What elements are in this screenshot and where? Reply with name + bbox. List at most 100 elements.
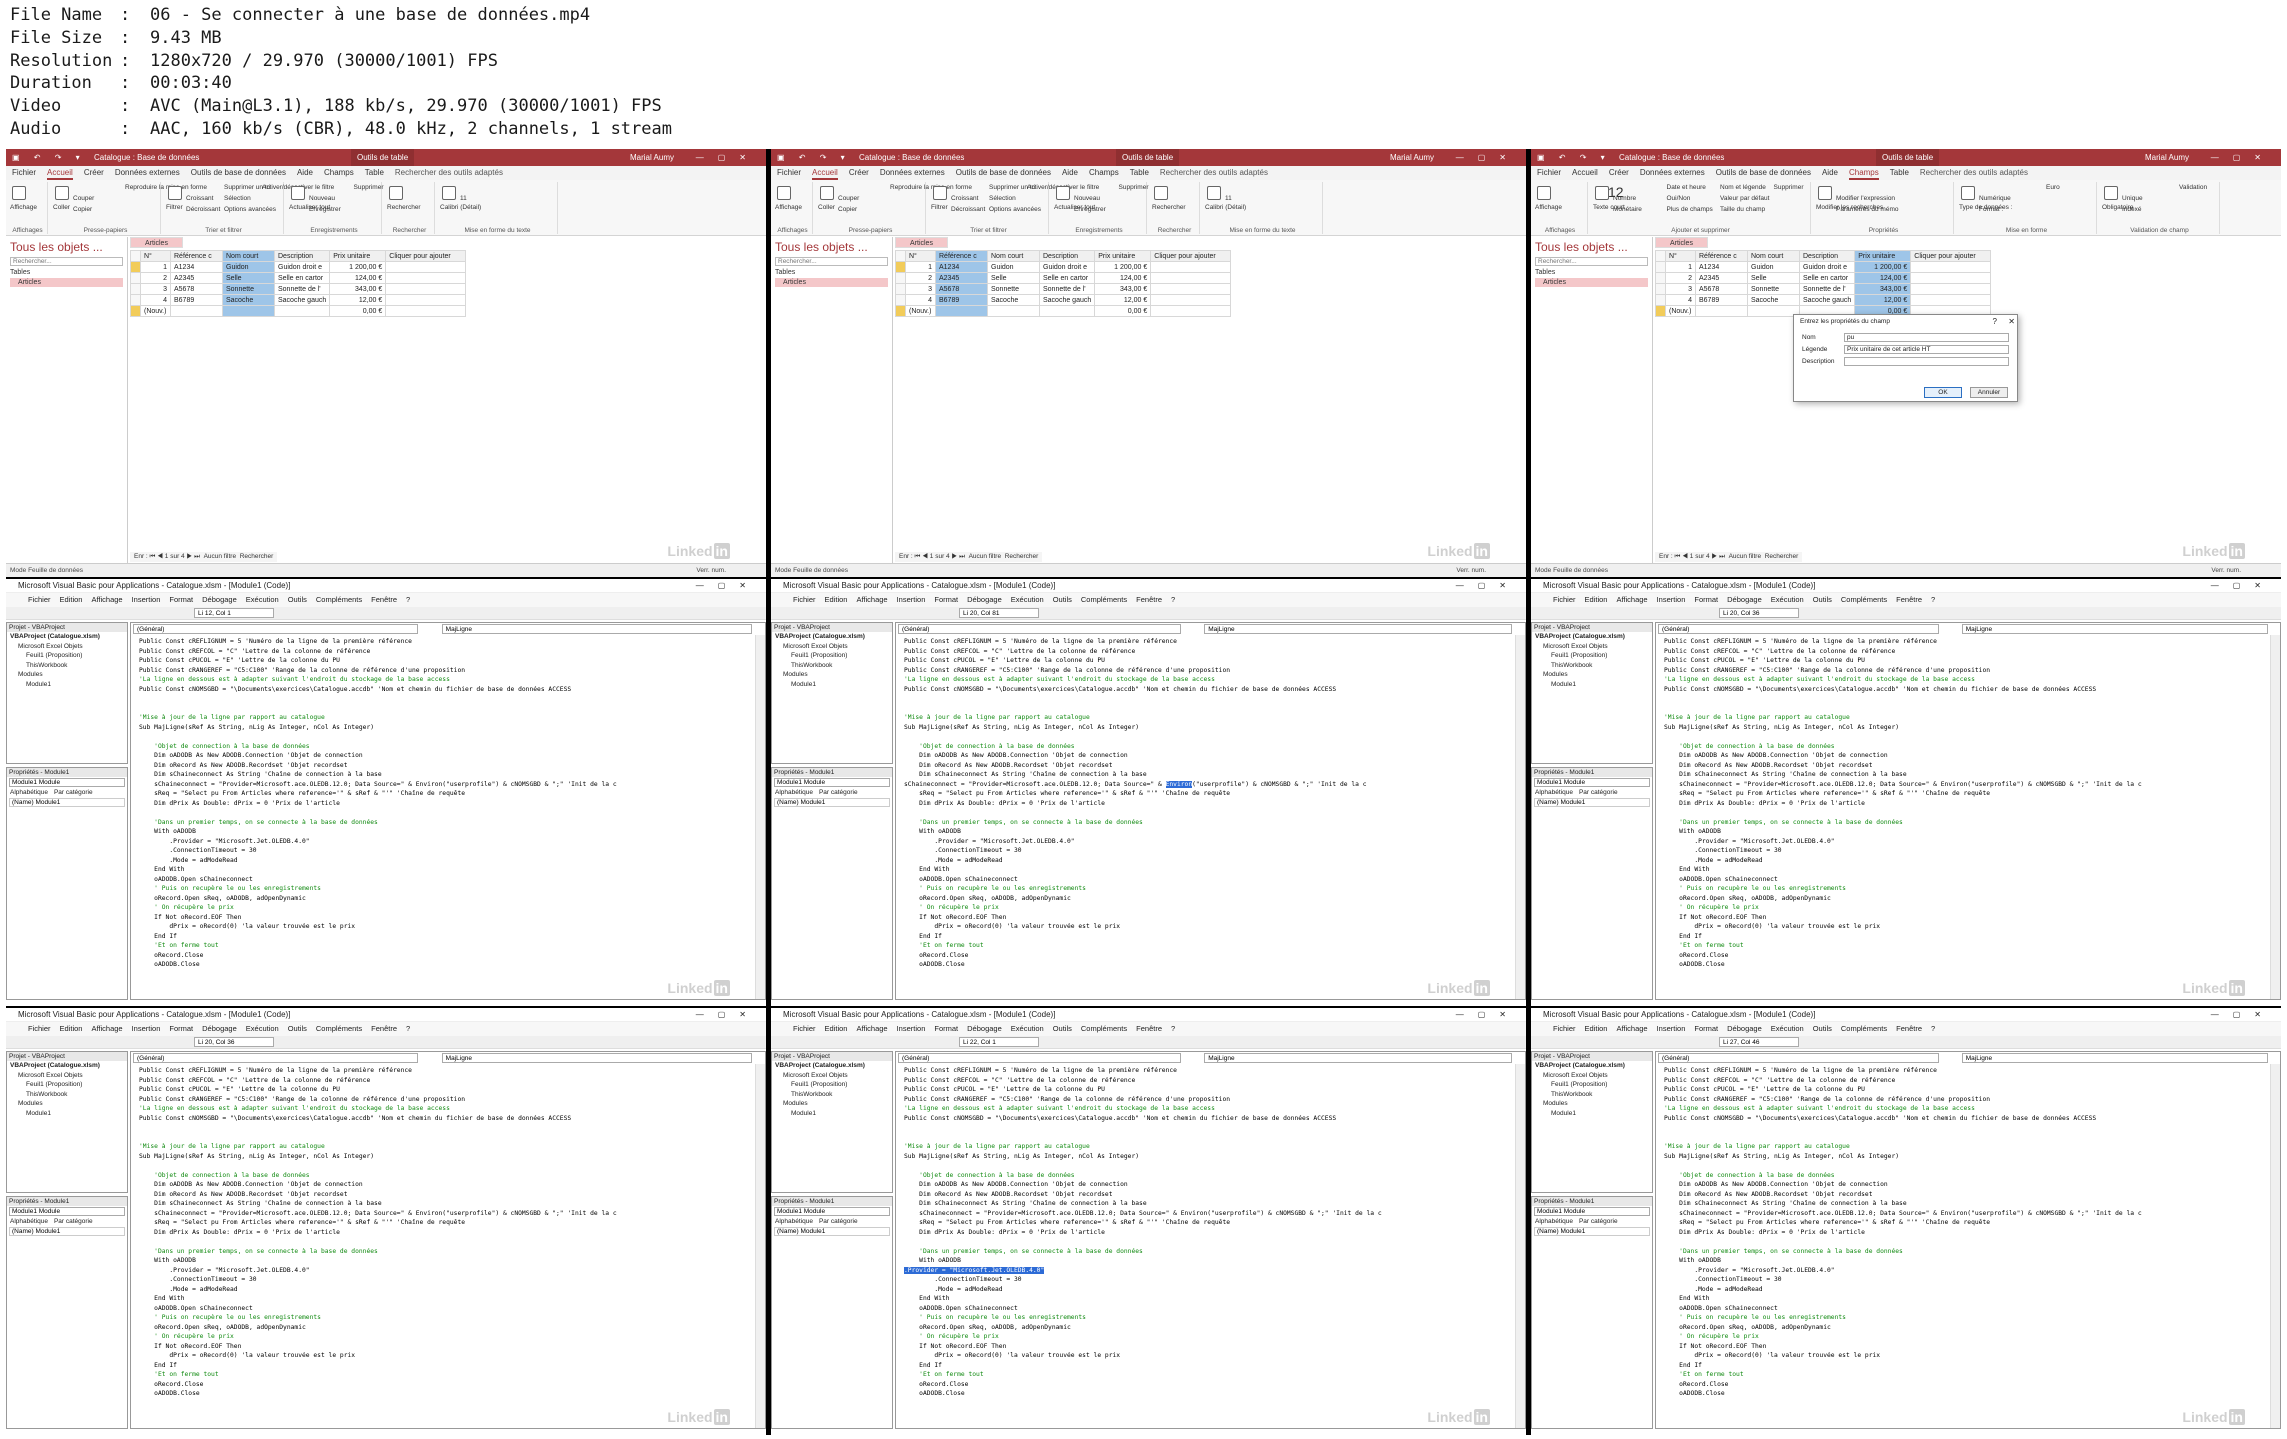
code-line[interactable] (139, 1133, 747, 1143)
window-controls[interactable]: —▢✕ (1456, 149, 1520, 166)
project-tree-node[interactable]: Microsoft Excel Objets (10, 642, 127, 652)
vbe-menu-4[interactable]: Format (169, 593, 193, 607)
vbe-menu-2[interactable]: Affichage (91, 593, 122, 607)
ribbon-tab-4[interactable]: Outils de base de données (956, 166, 1051, 180)
ribbon-item[interactable]: Décroissant (951, 206, 985, 213)
record-nav-text[interactable]: Enr : ⏮ ◀ 1 sur 4 ▶ ⏭ (899, 553, 965, 560)
code-line[interactable]: sReq = "Select pu From Articles where re… (139, 1218, 747, 1228)
window-controls[interactable]: —▢✕ (696, 149, 760, 166)
code-line[interactable]: 'Mise à jour de la ligne par rapport au … (1664, 713, 2262, 723)
code-line[interactable]: Dim oADODB As New ADODB.Connection 'Obje… (1664, 1180, 2262, 1190)
ribbon-tab-4[interactable]: Outils de base de données (191, 166, 286, 180)
ribbon-tab-6[interactable]: Champs (324, 166, 354, 180)
quick-access-icons[interactable]: ▣ ↶ ↷ ▾ (777, 149, 851, 166)
code-line[interactable]: 'Dans un premier temps, on se connecte à… (139, 1247, 747, 1257)
property-name-row[interactable]: (Name) Module1 (1534, 798, 1650, 807)
nav-section-tables[interactable]: Tables (771, 268, 892, 277)
vbe-menu-5[interactable]: Débogage (202, 593, 237, 607)
table-row[interactable]: 4 B6789 Sacoche Sacoche gauch 12,00 € (1655, 294, 1992, 306)
code-line[interactable]: 'Mise à jour de la ligne par rapport au … (139, 1142, 747, 1152)
tab-articles[interactable]: Articles (1655, 237, 1708, 248)
code-line[interactable]: 'Dans un premier temps, on se connecte à… (1664, 1247, 2262, 1257)
project-tree-node[interactable]: ThisWorkbook (1535, 1090, 1652, 1100)
table-row[interactable]: 1 A1234 Guidon Guidon droit e1 200,00 € (130, 261, 467, 273)
ribbon-item[interactable]: Taille du champ (1720, 206, 1765, 213)
vbe-menu-0[interactable]: Fichier (1553, 593, 1576, 607)
column-header[interactable]: Nom court (987, 250, 1040, 262)
vbe-menu-9[interactable]: Fenêtre (1136, 593, 1162, 607)
code-scrollbar[interactable] (755, 1064, 765, 1428)
code-line[interactable]: 'Dans un premier temps, on se connecte à… (904, 1247, 1507, 1257)
code-line[interactable]: If Not oRecord.EOF Then (904, 1342, 1507, 1352)
ribbon-item[interactable]: Supprimer (1774, 184, 1804, 191)
record-search[interactable]: Rechercher (1765, 553, 1799, 560)
code-line[interactable] (1664, 1133, 2262, 1143)
code-line[interactable]: Dim dPrix As Double: dPrix = 0 'Prix de … (904, 799, 1507, 809)
column-header[interactable]: Prix unitaire (1094, 250, 1152, 262)
procedure-combo[interactable]: MajLigne (1204, 624, 1513, 634)
code-editor[interactable]: Public Const cREFLIGNUM = 5 'Numéro de l… (1664, 1066, 2262, 1399)
vbe-menu-3[interactable]: Insertion (897, 1022, 926, 1036)
project-tree-node[interactable]: ThisWorkbook (10, 661, 127, 671)
table-cell[interactable] (273, 305, 331, 317)
code-editor[interactable]: Public Const cREFLIGNUM = 5 'Numéro de l… (139, 637, 747, 970)
empty-cell[interactable] (385, 272, 467, 284)
table-cell[interactable]: 343,00 € (1854, 283, 1912, 295)
vbe-menu-9[interactable]: Fenêtre (1136, 1022, 1162, 1036)
project-tree-node[interactable]: Feuil1 (Proposition) (775, 1080, 892, 1090)
ribbon-tab-5[interactable]: Aide (297, 166, 313, 180)
table-cell[interactable]: Selle (1747, 272, 1800, 284)
ribbon-item[interactable]: Plus de champs (1667, 206, 1713, 213)
code-line[interactable]: oADODB.Open sChaineconnect (904, 1304, 1507, 1314)
table-cell[interactable]: Sacoche (1747, 294, 1800, 306)
vbe-menu-0[interactable]: Fichier (793, 593, 816, 607)
object-combo[interactable]: (Général) (898, 624, 1182, 634)
code-line[interactable]: Dim oRecord As New ADODB.Recordset 'Obje… (904, 1190, 1507, 1200)
code-line[interactable]: End If (1664, 1361, 2262, 1371)
project-tree-node[interactable]: Modules (1535, 1099, 1652, 1109)
vbe-menu-3[interactable]: Insertion (132, 1022, 161, 1036)
vbe-menu-3[interactable]: Insertion (1657, 593, 1686, 607)
ribbon-tab-0[interactable]: Fichier (12, 166, 36, 180)
properties-object-select[interactable]: Module1 Module (774, 778, 890, 787)
code-line[interactable]: If Not oRecord.EOF Then (1664, 913, 2262, 923)
code-line[interactable]: Dim oRecord As New ADODB.Recordset 'Obje… (1664, 1190, 2262, 1200)
code-line[interactable]: sChaineconnect = "Provider=Microsoft.ace… (1664, 780, 2262, 790)
code-scrollbar[interactable] (2270, 635, 2280, 999)
code-line[interactable]: Public Const cRANGEREF = "C5:C100" 'Rang… (139, 1095, 747, 1105)
project-tree-node[interactable]: Module1 (10, 1109, 127, 1119)
code-line[interactable]: 'La ligne en dessous est à adapter suiva… (139, 675, 747, 685)
row-selector[interactable] (1655, 250, 1666, 262)
ribbon-item[interactable]: Copier (838, 206, 857, 213)
properties-object-select[interactable]: Module1 Module (1534, 1207, 1650, 1216)
nav-item-articles[interactable]: Articles (1535, 278, 1648, 287)
code-line[interactable]: ' On récupère le prix (1664, 1332, 2262, 1342)
code-line[interactable]: .Provider = "Microsoft.Jet.OLEDB.4.0" (1664, 1266, 2262, 1276)
table-cell[interactable]: A2345 (1695, 272, 1748, 284)
code-line[interactable]: Dim sChaineconnect As String 'Chaîne de … (139, 770, 747, 780)
vbe-menu-6[interactable]: Exécution (1771, 1022, 1804, 1036)
code-line[interactable]: Sub MajLigne(sRef As String, nLig As Int… (1664, 723, 2262, 733)
column-header[interactable]: N° (140, 250, 171, 262)
project-tree-node[interactable]: VBAProject (Catalogue.xlsm) (1535, 1061, 1652, 1071)
code-line[interactable]: 'Objet de connection à la base de donnée… (904, 1171, 1507, 1181)
ribbon-tab-2[interactable]: Créer (849, 166, 869, 180)
code-line[interactable] (139, 1237, 747, 1247)
code-line[interactable]: Dim oRecord As New ADODB.Recordset 'Obje… (904, 761, 1507, 771)
code-line[interactable]: .ConnectionTimeout = 30 (139, 846, 747, 856)
code-line[interactable]: Public Const cNOMSGBD = "\Documents\exer… (1664, 1114, 2262, 1124)
table-cell[interactable]: (Nouv.) (1665, 305, 1696, 317)
procedure-combo[interactable]: MajLigne (441, 1053, 753, 1063)
new-record-row[interactable]: (Nouv.) 0,00 € (895, 305, 1232, 317)
table-cell[interactable]: 3 (1665, 283, 1696, 295)
code-line[interactable]: Public Const cPUCOL = "E" 'Lettre de la … (1664, 1085, 2262, 1095)
column-header[interactable]: N° (905, 250, 936, 262)
window-controls[interactable]: —▢✕ (1456, 1008, 1520, 1022)
window-controls[interactable]: —▢✕ (2211, 1008, 2275, 1022)
table-cell[interactable]: 12,00 € (1094, 294, 1152, 306)
code-line[interactable]: 'Dans un premier temps, on se connecte à… (139, 818, 747, 828)
code-line[interactable]: Sub MajLigne(sRef As String, nLig As Int… (904, 1152, 1507, 1162)
vbe-menu-7[interactable]: Outils (1813, 1022, 1832, 1036)
code-line[interactable] (139, 1161, 747, 1171)
tab-alphabetique[interactable]: Alphabétique (10, 1218, 48, 1225)
